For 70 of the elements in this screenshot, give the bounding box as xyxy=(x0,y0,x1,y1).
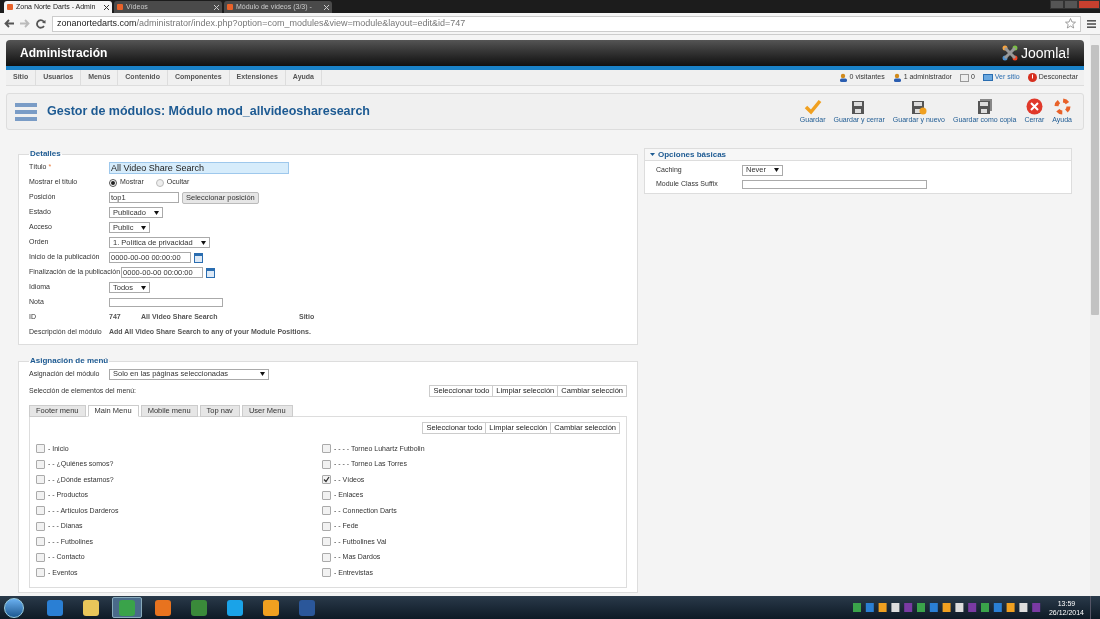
app-icon xyxy=(226,598,244,617)
checkbox[interactable] xyxy=(36,537,45,547)
users-icon xyxy=(892,73,902,82)
caret-icon xyxy=(141,225,147,230)
checkbox[interactable] xyxy=(36,444,45,454)
url-host: zonanortedarts.com xyxy=(57,16,137,30)
section-legend: Asignación de menú xyxy=(29,355,110,367)
message-icon xyxy=(959,73,969,82)
radio-button[interactable] xyxy=(155,178,164,187)
checkbox[interactable] xyxy=(36,475,45,485)
checkbox[interactable] xyxy=(36,459,45,469)
accordion-header[interactable]: Opciones básicas xyxy=(645,149,1071,161)
menu-icon[interactable] xyxy=(1087,19,1096,28)
reload-icon[interactable] xyxy=(36,18,46,29)
calendar-icon[interactable] xyxy=(206,267,216,278)
power-icon xyxy=(1027,73,1037,82)
users-icon xyxy=(838,73,848,82)
calendar-icon[interactable] xyxy=(194,252,203,263)
monitor-icon xyxy=(982,73,993,82)
caret-icon xyxy=(650,152,655,157)
url-path: /administrator/index.php?option=com_modules&view=module&layout=edit&id=747 xyxy=(136,16,466,30)
text-input[interactable]: All Video Share Search xyxy=(109,161,289,174)
address-bar[interactable]: zonanortedarts.com/administrator/index.php?option=com_modules&view=module&layout=edit&id=747 xyxy=(52,15,1081,32)
app-icon xyxy=(118,598,136,617)
start-button[interactable] xyxy=(4,597,24,618)
checkmark-icon xyxy=(803,98,822,115)
checkbox[interactable] xyxy=(36,568,45,578)
star-icon[interactable] xyxy=(1065,18,1076,29)
text-input[interactable] xyxy=(742,179,927,189)
forward-icon[interactable] xyxy=(20,19,30,28)
checkbox[interactable] xyxy=(322,475,331,485)
app-icon xyxy=(46,598,64,617)
logo-icon xyxy=(1001,45,1018,61)
checkbox[interactable] xyxy=(36,521,45,531)
close-icon[interactable] xyxy=(104,4,109,10)
lifebuoy-icon xyxy=(1053,97,1071,115)
window-close-button[interactable] xyxy=(1078,0,1100,9)
caret-icon xyxy=(200,240,206,245)
minimize-button[interactable] xyxy=(1050,0,1064,9)
checkbox[interactable] xyxy=(322,459,331,469)
logo-text: Joomla! xyxy=(1020,43,1070,63)
app-icon xyxy=(190,598,208,617)
checkbox[interactable] xyxy=(322,490,331,500)
caret-icon xyxy=(141,285,146,290)
caret-icon xyxy=(153,210,159,215)
checkbox[interactable] xyxy=(322,444,331,454)
menu-stack-icon xyxy=(15,101,37,122)
caret-icon xyxy=(260,372,265,376)
checkbox[interactable] xyxy=(36,552,45,562)
checkbox[interactable] xyxy=(322,506,331,516)
back-icon[interactable] xyxy=(4,19,14,28)
app-icon xyxy=(154,598,172,617)
close-icon xyxy=(1025,97,1043,115)
checkbox[interactable] xyxy=(322,568,331,578)
app-icon xyxy=(82,598,100,617)
checkbox[interactable] xyxy=(322,521,331,531)
checkbox[interactable] xyxy=(36,506,45,516)
page-title: Gestor de módulos: Módulo mod_allvideosharesearch xyxy=(47,103,370,121)
caret-icon xyxy=(774,168,779,172)
app-icon xyxy=(262,598,280,617)
text-input[interactable] xyxy=(109,298,223,307)
admin-title: Administración xyxy=(20,45,108,62)
checkbox[interactable] xyxy=(322,552,331,562)
section-legend: Detalles xyxy=(29,148,62,160)
checkbox[interactable] xyxy=(322,537,331,547)
maximize-button[interactable] xyxy=(1064,0,1078,9)
checkbox[interactable] xyxy=(36,490,45,500)
scrollbar[interactable] xyxy=(1090,35,1100,596)
app-icon xyxy=(298,598,316,617)
radio-button[interactable] xyxy=(109,178,117,187)
